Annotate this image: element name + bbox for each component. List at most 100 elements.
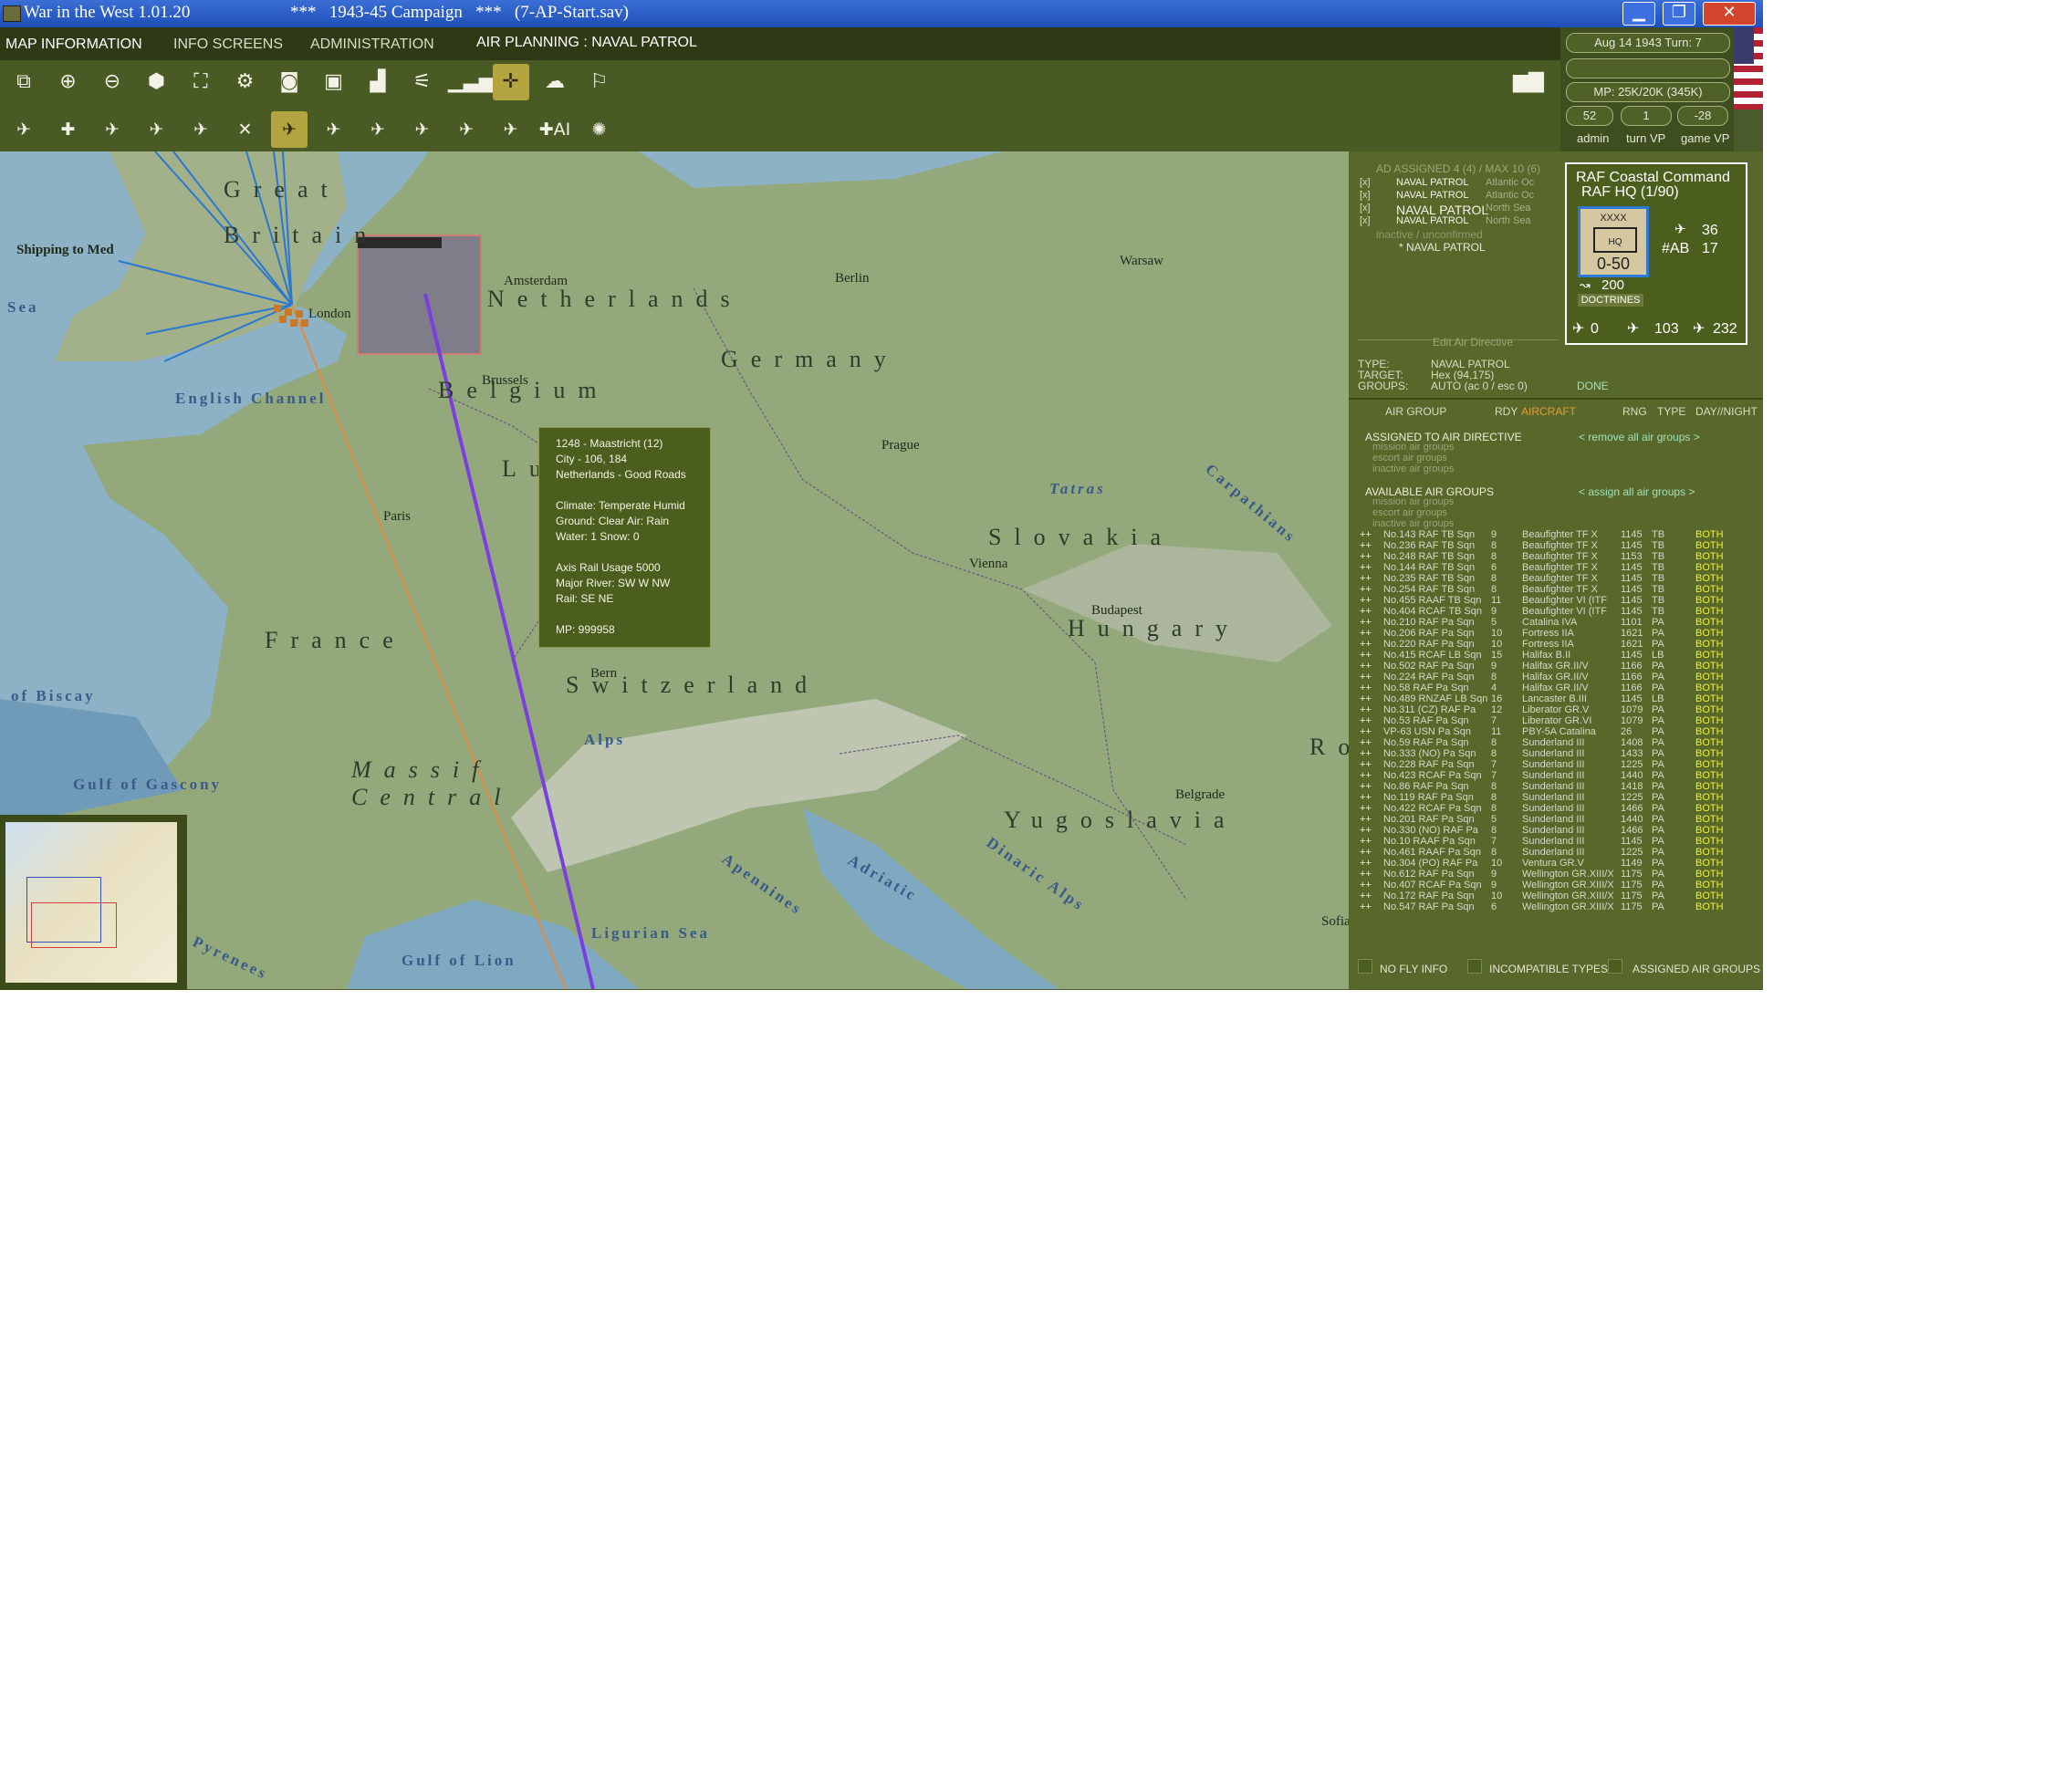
assign-plus-icon[interactable]: ++ xyxy=(1360,562,1372,573)
air-group-row[interactable]: ++ No.210 RAF Pa Sqn 5 Catalina IVA 1101 PA BO… xyxy=(1360,617,1761,628)
assign-plus-icon[interactable]: ++ xyxy=(1360,529,1372,540)
assign-plus-icon[interactable]: ++ xyxy=(1360,672,1372,682)
air-group-row[interactable]: ++ No.220 RAF Pa Sqn 10 Fortress IIA 1621 PA B… xyxy=(1360,639,1761,650)
air-group-row[interactable]: ++ No.333 (NO) Pa Sqn 8 Sunderland III 1433 P… xyxy=(1360,748,1761,759)
unit-info-box[interactable]: RAF Coastal Command RAF HQ (1/90) XXXX H… xyxy=(1565,162,1747,345)
done-button[interactable]: DONE xyxy=(1577,380,1609,392)
assign-plus-icon[interactable]: ++ xyxy=(1360,551,1372,562)
map-view[interactable]: Great Britain Netherlands Germany Belgiu… xyxy=(0,151,1349,989)
air-group-row[interactable]: ++ No.201 RAF Pa Sqn 5 Sunderland III 1440 PA… xyxy=(1360,814,1761,825)
air-group-row[interactable]: ++ No.455 RAAF TB Sqn 11 Beaufighter VI (IT… xyxy=(1360,595,1761,606)
air-group-row[interactable]: ++ No.311 (CZ) RAF Pa 12 Liberator GR.V 1079… xyxy=(1360,704,1761,715)
air-f1-icon[interactable]: ✈ xyxy=(5,111,42,148)
directive-checkbox[interactable]: [x] xyxy=(1360,203,1371,214)
maximize-button[interactable]: ❐ xyxy=(1663,2,1695,26)
assign-plus-icon[interactable]: ++ xyxy=(1360,891,1372,901)
air-group-row[interactable]: ++ No.86 RAF Pa Sqn 8 Sunderland III 1418 PA B… xyxy=(1360,781,1761,792)
tab-administration[interactable]: ADMINISTRATION xyxy=(310,36,434,53)
assign-plus-icon[interactable]: ++ xyxy=(1360,781,1372,792)
assign-plus-icon[interactable]: ++ xyxy=(1360,573,1372,584)
settings-gear-icon[interactable]: ⚙ xyxy=(227,64,264,100)
air-f9-icon[interactable]: ✈ xyxy=(360,111,396,148)
air-group-row[interactable]: ++ No.404 RCAF TB Sqn 9 Beaufighter VI (ITF… xyxy=(1360,606,1761,617)
air-f2-icon[interactable]: ✚ xyxy=(50,111,87,148)
weather-icon[interactable]: ☁ xyxy=(537,64,573,100)
air-group-row[interactable]: ++ No.224 RAF Pa Sqn 8 Halifax GR.II/V 1166 P… xyxy=(1360,672,1761,682)
assign-all-button[interactable]: < assign all air groups > xyxy=(1579,485,1695,498)
assign-plus-icon[interactable]: ++ xyxy=(1360,650,1372,661)
air-group-row[interactable]: ++ No.407 RCAF Pa Sqn 9 Wellington GR.XIII/… xyxy=(1360,880,1761,891)
air-group-row[interactable]: ++ No.248 RAF TB Sqn 8 Beaufighter TF X 1153… xyxy=(1360,551,1761,562)
air-group-row[interactable]: ++ No.119 RAF Pa Sqn 8 Sunderland III 1225 PA… xyxy=(1360,792,1761,803)
air-group-row[interactable]: ++ No.330 (NO) RAF Pa 8 Sunderland III 1466 P… xyxy=(1360,825,1761,836)
air-group-row[interactable]: ++ No.143 RAF TB Sqn 9 Beaufighter TF X 1145… xyxy=(1360,529,1761,540)
incompatible-checkbox[interactable] xyxy=(1467,959,1482,974)
minimap-viewport[interactable] xyxy=(31,902,117,948)
assign-plus-icon[interactable]: ++ xyxy=(1360,836,1372,847)
air-target-icon[interactable]: ✛ xyxy=(492,64,529,100)
assign-plus-icon[interactable]: ++ xyxy=(1360,858,1372,869)
frame-icon[interactable]: ⛶ xyxy=(183,64,219,100)
directive-checkbox[interactable]: [x] xyxy=(1360,190,1371,201)
assign-plus-icon[interactable]: ++ xyxy=(1360,606,1372,617)
assign-plus-icon[interactable]: ++ xyxy=(1360,814,1372,825)
air-signal-icon[interactable]: ⚟ xyxy=(404,64,441,100)
air-group-row[interactable]: ++ No.59 RAF Pa Sqn 8 Sunderland III 1408 PA B… xyxy=(1360,737,1761,748)
assign-plus-icon[interactable]: ++ xyxy=(1360,803,1372,814)
assign-plus-icon[interactable]: ++ xyxy=(1360,540,1372,551)
assign-plus-icon[interactable]: ++ xyxy=(1360,617,1372,628)
air-f10-icon[interactable]: ✈ xyxy=(404,111,441,148)
remove-all-button[interactable]: < remove all air groups > xyxy=(1579,431,1700,443)
display-screen-icon[interactable]: ▣ xyxy=(316,64,352,100)
air-f5-icon[interactable]: ✈ xyxy=(183,111,219,148)
zoom-in-icon[interactable]: ⊕ xyxy=(50,64,87,100)
air-group-row[interactable]: ++ No.10 RAAF Pa Sqn 7 Sunderland III 1145 PA… xyxy=(1360,836,1761,847)
tab-map-information[interactable]: MAP INFORMATION xyxy=(5,36,142,53)
zoom-out-icon[interactable]: ⊖ xyxy=(94,64,130,100)
tab-info-screens[interactable]: INFO SCREENS xyxy=(173,36,283,53)
directive-item[interactable]: NAVAL PATROL xyxy=(1396,215,1468,226)
air-group-row[interactable]: ++ No.502 RAF Pa Sqn 9 Halifax GR.II/V 1166 P… xyxy=(1360,661,1761,672)
assign-plus-icon[interactable]: ++ xyxy=(1360,682,1372,693)
directive-item[interactable]: NAVAL PATROL xyxy=(1396,177,1468,188)
air-group-row[interactable]: ++ No.489 RNZAF LB Sqn 16 Lancaster B.III 11… xyxy=(1360,693,1761,704)
air-group-row[interactable]: ++ No.415 RCAF LB Sqn 15 Halifax B.II 1145 LB… xyxy=(1360,650,1761,661)
assign-plus-icon[interactable]: ++ xyxy=(1360,880,1372,891)
air-group-row[interactable]: ++ VP-63 USN Pa Sqn 11 PBY-5A Catalina 26 PA B… xyxy=(1360,726,1761,737)
directive-checkbox[interactable]: [x] xyxy=(1360,177,1371,188)
assign-plus-icon[interactable]: ++ xyxy=(1360,825,1372,836)
doctrines-button[interactable]: DOCTRINES xyxy=(1578,294,1643,307)
air-group-row[interactable]: ++ No.304 (PO) RAF Pa 10 Ventura GR.V 1149 PA… xyxy=(1360,858,1761,869)
air-group-row[interactable]: ++ No.236 RAF TB Sqn 8 Beaufighter TF X 1145… xyxy=(1360,540,1761,551)
air-f11-icon[interactable]: ✈ xyxy=(448,111,485,148)
directive-new[interactable]: * NAVAL PATROL xyxy=(1399,241,1486,254)
col-air-group[interactable]: AIR GROUP xyxy=(1385,405,1446,418)
col-type[interactable]: TYPE xyxy=(1657,405,1685,418)
minimize-button[interactable]: ▁ xyxy=(1622,2,1655,26)
air-group-row[interactable]: ++ No.172 RAF Pa Sqn 10 Wellington GR.XIII/… xyxy=(1360,891,1761,901)
assign-plus-icon[interactable]: ++ xyxy=(1360,628,1372,639)
assign-plus-icon[interactable]: ++ xyxy=(1360,847,1372,858)
assign-plus-icon[interactable]: ++ xyxy=(1360,639,1372,650)
air-group-row[interactable]: ++ No.422 RCAF Pa Sqn 8 Sunderland III 1466 P… xyxy=(1360,803,1761,814)
air-ai-icon[interactable]: ✚AI xyxy=(537,111,573,148)
col-aircraft[interactable]: AIRCRAFT xyxy=(1521,405,1576,418)
air-group-row[interactable]: ++ No.228 RAF Pa Sqn 7 Sunderland III 1225 PA… xyxy=(1360,759,1761,770)
assigned-checkbox[interactable] xyxy=(1608,959,1622,974)
assign-plus-icon[interactable]: ++ xyxy=(1360,770,1372,781)
assign-plus-icon[interactable]: ++ xyxy=(1360,759,1372,770)
assign-plus-icon[interactable]: ++ xyxy=(1360,792,1372,803)
assign-plus-icon[interactable]: ++ xyxy=(1360,661,1372,672)
assign-plus-icon[interactable]: ++ xyxy=(1360,748,1372,759)
air-group-row[interactable]: ++ No.58 RAF Pa Sqn 4 Halifax GR.II/V 1166 PA… xyxy=(1360,682,1761,693)
assign-plus-icon[interactable]: ++ xyxy=(1360,584,1372,595)
assign-plus-icon[interactable]: ++ xyxy=(1360,901,1372,912)
supply-icon[interactable]: ▆▇ xyxy=(1510,64,1547,100)
factory-icon[interactable]: ▟ xyxy=(360,64,396,100)
air-group-row[interactable]: ++ No.254 RAF TB Sqn 8 Beaufighter TF X 1145… xyxy=(1360,584,1761,595)
col-day-night[interactable]: DAY//NIGHT xyxy=(1695,405,1758,418)
air-group-row[interactable]: ++ No.53 RAF Pa Sqn 7 Liberator GR.VI 1079 PA… xyxy=(1360,715,1761,726)
directive-checkbox[interactable]: [x] xyxy=(1360,215,1371,226)
air-group-row[interactable]: ++ No.235 RAF TB Sqn 8 Beaufighter TF X 1145… xyxy=(1360,573,1761,584)
hex-group-icon[interactable]: ⬢ xyxy=(139,64,175,100)
